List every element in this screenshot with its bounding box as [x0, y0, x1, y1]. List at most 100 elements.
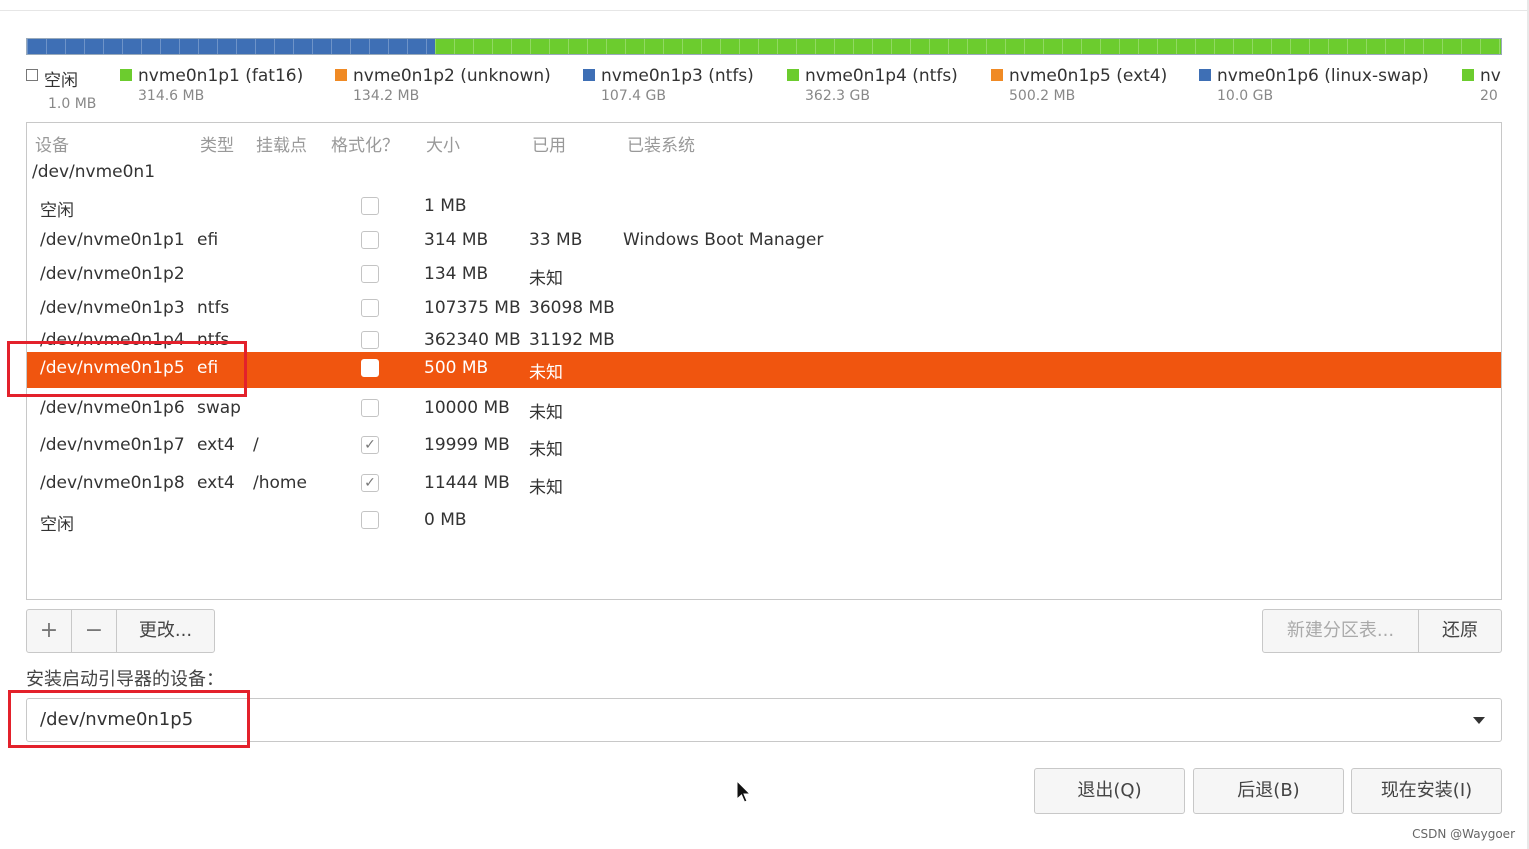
format-checkbox[interactable] [361, 511, 379, 529]
header-size[interactable]: 大小 [426, 131, 460, 156]
cell-used: 未知 [529, 478, 563, 498]
cell-size: 11444 MB [424, 473, 510, 493]
format-checkbox[interactable] [361, 399, 379, 417]
format-checkbox[interactable]: ✓ [361, 436, 379, 454]
format-checkbox[interactable]: ✓ [361, 474, 379, 492]
table-row[interactable]: /dev/nvme0n1p3 ntfs 107375 MB 36098 MB [27, 292, 1501, 326]
cell-type: ext4 [197, 473, 235, 493]
format-checkbox[interactable] [361, 197, 379, 215]
cell-size: 1 MB [424, 196, 467, 216]
legend-name: nvme0n1p5 (ext4) [1009, 66, 1168, 86]
cell-type: ntfs [197, 298, 230, 318]
cell-device: /dev/nvme0n1p1 [40, 230, 185, 250]
legend-size: 314.6 MB [138, 88, 205, 104]
partition-bar [26, 38, 1502, 55]
cell-used: 33 MB [529, 230, 583, 250]
header-format[interactable]: 格式化？ [331, 131, 399, 156]
legend-swatch [1199, 69, 1211, 81]
header-type[interactable]: 类型 [200, 131, 234, 156]
cell-device: /dev/nvme0n1p8 [40, 473, 185, 493]
table-row[interactable]: /dev/nvme0n1p8 ext4/home 11444 MB 未知 ✓ [27, 467, 1501, 501]
legend-name: nvme0n1p1 (fat16) [138, 66, 304, 86]
add-partition-button[interactable]: + [26, 609, 72, 653]
partition-bar-green-segment [435, 39, 1501, 54]
cell-device: /dev/nvme0n1p6 [40, 398, 185, 418]
install-now-button[interactable]: 现在安装(I) [1351, 768, 1502, 814]
partition-table: 设备 类型 挂载点 格式化？ 大小 已用 已装系统 /dev/nvme0n1 空… [26, 122, 1502, 600]
legend-swatch [991, 69, 1003, 81]
cell-mount: / [253, 435, 259, 455]
legend-name: nvme0n1p4 (ntfs) [805, 66, 958, 86]
cell-system: Windows Boot Manager [623, 230, 824, 250]
remove-partition-button[interactable]: − [71, 609, 117, 653]
cell-size: 500 MB [424, 358, 489, 378]
legend-name: 空闲 [44, 71, 78, 91]
cell-device: 空闲 [40, 201, 74, 221]
header-device[interactable]: 设备 [35, 131, 69, 156]
cell-device: /dev/nvme0n1p3 [40, 298, 185, 318]
cell-size: 134 MB [424, 264, 489, 284]
watermark: CSDN @Waygoer [1412, 827, 1515, 841]
header-used[interactable]: 已用 [532, 131, 566, 156]
cell-size: 362340 MB [424, 330, 521, 350]
legend-swatch [583, 69, 595, 81]
cell-used: 36098 MB [529, 298, 615, 318]
format-checkbox[interactable] [361, 231, 379, 249]
dropdown-arrow-icon[interactable] [1473, 717, 1485, 724]
change-partition-button[interactable]: 更改... [116, 609, 215, 653]
format-checkbox[interactable] [361, 359, 379, 377]
cell-size: 19999 MB [424, 435, 510, 455]
format-checkbox[interactable] [361, 331, 379, 349]
cell-size: 0 MB [424, 510, 467, 530]
legend-swatch [26, 69, 38, 81]
cell-used: 31192 MB [529, 330, 615, 350]
format-checkbox[interactable] [361, 265, 379, 283]
disk-group-label[interactable]: /dev/nvme0n1 [32, 162, 155, 182]
mouse-cursor-icon [736, 780, 752, 803]
legend-name: nvme0n1p2 (unknown) [353, 66, 551, 86]
legend-swatch [335, 69, 347, 81]
top-divider [0, 10, 1529, 11]
header-system[interactable]: 已装系统 [627, 131, 695, 156]
cell-used: 未知 [529, 440, 563, 460]
table-header: 设备 类型 挂载点 格式化？ 大小 已用 已装系统 [27, 123, 1501, 157]
cell-size: 107375 MB [424, 298, 521, 318]
legend-name: nv [1480, 66, 1501, 86]
table-row[interactable]: /dev/nvme0n1p7 ext4 / 19999 MB 未知 ✓ [27, 429, 1501, 463]
back-button[interactable]: 后退(B) [1193, 768, 1344, 814]
highlight-box-selected-row [7, 341, 247, 397]
legend-size: 362.3 GB [805, 88, 870, 104]
revert-button[interactable]: 还原 [1418, 609, 1502, 653]
legend-name: nvme0n1p3 (ntfs) [601, 66, 754, 86]
legend-size: 134.2 MB [353, 88, 420, 104]
partition-legend: 空闲 1.0 MB nvme0n1p1 (fat16) 314.6 MB nvm… [26, 66, 1502, 114]
cell-size: 314 MB [424, 230, 489, 250]
cell-used: 未知 [529, 269, 563, 289]
cell-used: 未知 [529, 363, 563, 383]
header-mount[interactable]: 挂载点 [256, 131, 307, 156]
cell-device: /dev/nvme0n1p7 [40, 435, 185, 455]
cell-type: efi [197, 230, 219, 250]
cell-used: 未知 [529, 403, 563, 423]
quit-button[interactable]: 退出(Q) [1034, 768, 1185, 814]
new-partition-table-button[interactable]: 新建分区表... [1262, 609, 1419, 653]
legend-size: 1.0 MB [48, 96, 97, 112]
table-row[interactable]: /dev/nvme0n1p5 efi 500 MB 未知 [27, 352, 1501, 388]
cell-type: swap [197, 398, 241, 418]
legend-size: 107.4 GB [601, 88, 666, 104]
cell-type: ext4 [197, 435, 235, 455]
legend-name: nvme0n1p6 (linux-swap) [1217, 66, 1429, 86]
partition-bar-used-segment [27, 39, 435, 54]
table-row[interactable]: /dev/nvme0n1p6 swap 10000 MB 未知 [27, 392, 1501, 426]
cell-size: 10000 MB [424, 398, 510, 418]
legend-size: 500.2 MB [1009, 88, 1076, 104]
table-row[interactable]: /dev/nvme0n1p1 efi 314 MB 33 MB Windows Boot… [27, 224, 1501, 258]
table-row[interactable]: 空闲 0 MB [27, 504, 1501, 538]
legend-size: 20 [1480, 88, 1498, 104]
table-row[interactable]: /dev/nvme0n1p2 134 MB 未知 [27, 258, 1501, 292]
table-row[interactable]: 空闲 1 MB [27, 190, 1501, 224]
legend-swatch [787, 69, 799, 81]
cell-device: 空闲 [40, 515, 74, 535]
legend-swatch [1462, 69, 1474, 81]
format-checkbox[interactable] [361, 299, 379, 317]
